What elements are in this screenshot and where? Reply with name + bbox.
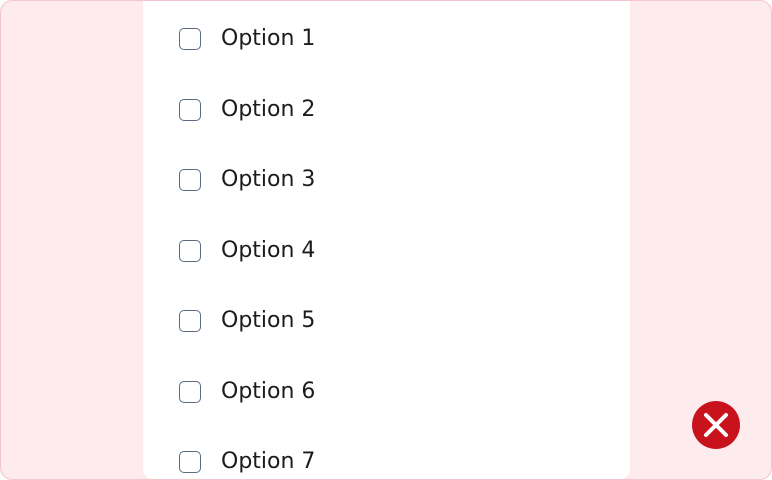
option-5-label: Option 5 bbox=[221, 308, 316, 333]
options-panel: Option 1 Option 2 Option 3 Option 4 Opti… bbox=[143, 1, 630, 479]
close-button[interactable] bbox=[692, 401, 740, 449]
option-4[interactable]: Option 4 bbox=[179, 236, 315, 266]
option-1-checkbox[interactable] bbox=[179, 28, 201, 50]
option-3-label: Option 3 bbox=[221, 167, 316, 192]
option-4-label: Option 4 bbox=[221, 238, 316, 263]
option-2[interactable]: Option 2 bbox=[179, 95, 315, 125]
option-4-checkbox[interactable] bbox=[179, 240, 201, 262]
option-6[interactable]: Option 6 bbox=[179, 377, 315, 407]
option-5[interactable]: Option 5 bbox=[179, 306, 315, 336]
option-2-checkbox[interactable] bbox=[179, 99, 201, 121]
option-7-label: Option 7 bbox=[221, 449, 316, 474]
option-3-checkbox[interactable] bbox=[179, 169, 201, 191]
option-1[interactable]: Option 1 bbox=[179, 24, 315, 54]
option-3[interactable]: Option 3 bbox=[179, 165, 315, 195]
option-7[interactable]: Option 7 bbox=[179, 447, 315, 477]
option-6-label: Option 6 bbox=[221, 379, 316, 404]
close-icon bbox=[704, 413, 728, 437]
option-2-label: Option 2 bbox=[221, 97, 316, 122]
dialog-backdrop: Option 1 Option 2 Option 3 Option 4 Opti… bbox=[0, 0, 772, 480]
option-7-checkbox[interactable] bbox=[179, 451, 201, 473]
option-1-label: Option 1 bbox=[221, 26, 316, 51]
option-6-checkbox[interactable] bbox=[179, 381, 201, 403]
option-5-checkbox[interactable] bbox=[179, 310, 201, 332]
